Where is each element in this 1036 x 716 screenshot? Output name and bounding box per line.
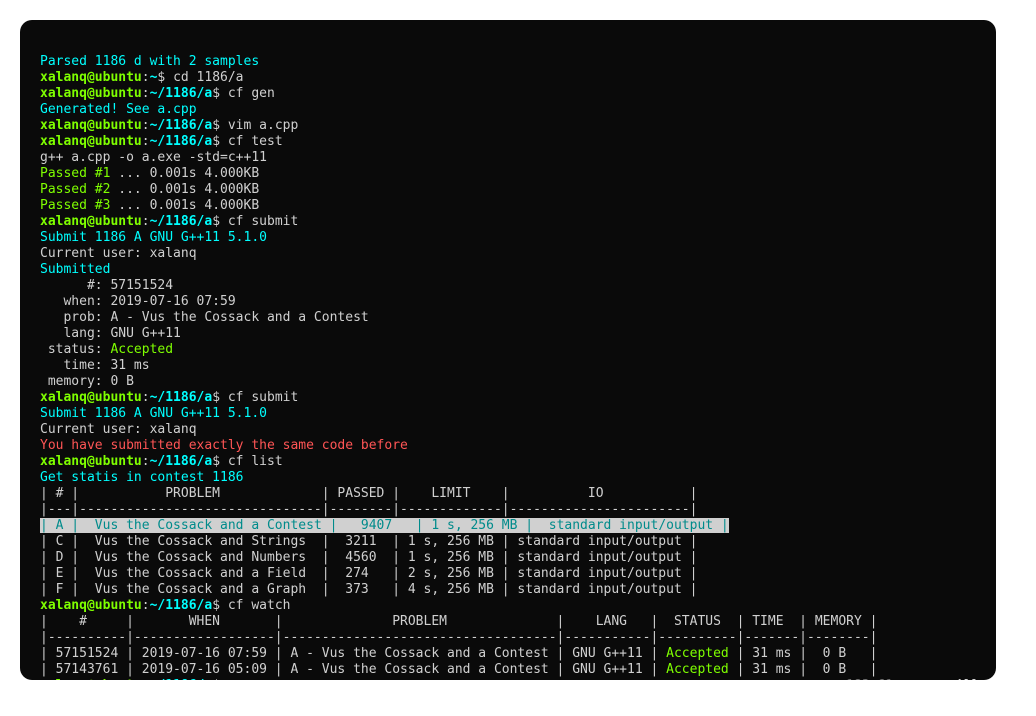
spacer <box>236 678 846 680</box>
status-pos: 183,61 <box>846 678 901 680</box>
prompt-user: xalanq@ubuntu <box>40 118 142 133</box>
terminal-window[interactable]: Parsed 1186 d with 2 samples xalanq@ubun… <box>20 20 996 680</box>
cmd-watch: cf watch <box>228 598 291 613</box>
cmd-vim: vim a.cpp <box>228 118 298 133</box>
prompt-path: ~/1186/a <box>150 214 213 229</box>
cmd-submit-2: cf submit <box>228 390 298 405</box>
prompt-dollar: $ <box>212 134 228 149</box>
prompt-path: ~/1186/a <box>150 390 213 405</box>
prompt-user: xalanq@ubuntu <box>40 70 142 85</box>
table-row-e: | E | Vus the Cossack and a Field | 274 … <box>40 566 697 581</box>
cursor[interactable]: _ <box>228 678 236 680</box>
submit-time: time: 31 ms <box>40 358 150 373</box>
compile-line: g++ a.cpp -o a.exe -std=c++11 <box>40 150 267 165</box>
prompt-user: xalanq@ubuntu <box>40 134 142 149</box>
prompt-path: ~/1186/a <box>150 598 213 613</box>
table-row-f: | F | Vus the Cossack and a Graph | 373 … <box>40 582 697 597</box>
prompt-colon: : <box>142 390 150 405</box>
watch-row-2: | 57143761 | 2019-07-16 05:09 | A - Vus … <box>40 662 877 677</box>
status-all: All <box>901 678 979 680</box>
prompt-colon: : <box>142 70 150 85</box>
passed-3: Passed #3 <box>40 198 110 213</box>
table-row-c: | C | Vus the Cossack and Strings | 3211… <box>40 534 697 549</box>
submit-header: Submit 1186 A GNU G++11 5.1.0 <box>40 230 267 245</box>
current-user-2: Current user: xalanq <box>40 422 197 437</box>
submit-status-value: Accepted <box>110 342 173 357</box>
prompt-dollar: $ <box>212 678 228 680</box>
table-header: | # | PROBLEM | PASSED | LIMIT | IO | <box>40 486 697 501</box>
passed-1: Passed #1 <box>40 166 110 181</box>
passed-3-tail: ... 0.001s 4.000KB <box>110 198 259 213</box>
cmd-submit-1: cf submit <box>228 214 298 229</box>
watch-header: | # | WHEN | PROBLEM | LANG | STATUS | T… <box>40 614 877 629</box>
prompt-user: xalanq@ubuntu <box>40 454 142 469</box>
submit-when: when: 2019-07-16 07:59 <box>40 294 236 309</box>
prompt-path: ~/1186/a <box>150 118 213 133</box>
prompt-user: xalanq@ubuntu <box>40 598 142 613</box>
prompt-dollar: $ <box>212 454 228 469</box>
prompt-dollar: $ <box>212 118 228 133</box>
table-row-d: | D | Vus the Cossack and Numbers | 4560… <box>40 550 697 565</box>
passed-2: Passed #2 <box>40 182 110 197</box>
prompt-path: ~/1186/a <box>150 86 213 101</box>
submit-header-2: Submit 1186 A GNU G++11 5.1.0 <box>40 406 267 421</box>
list-header: Get statis in contest 1186 <box>40 470 244 485</box>
table-sep: |---|-------------------------------|---… <box>40 502 697 517</box>
same-code-warning: You have submitted exactly the same code… <box>40 438 408 453</box>
prompt-user: xalanq@ubuntu <box>40 214 142 229</box>
prompt-user: xalanq@ubuntu <box>40 678 142 680</box>
prompt-path: ~/1186/a <box>150 678 213 680</box>
cmd-test: cf test <box>228 134 283 149</box>
parse-line: Parsed 1186 d with 2 samples <box>40 54 259 69</box>
prompt-colon: : <box>142 86 150 101</box>
prompt-colon: : <box>142 598 150 613</box>
submit-status-label: status: <box>40 342 110 357</box>
watch-row-1: | 57151524 | 2019-07-16 07:59 | A - Vus … <box>40 646 877 661</box>
prompt-dollar: $ <box>157 70 173 85</box>
prompt-dollar: $ <box>212 214 228 229</box>
prompt-colon: : <box>142 678 150 680</box>
prompt-colon: : <box>142 134 150 149</box>
prompt-dollar: $ <box>212 86 228 101</box>
cmd-list: cf list <box>228 454 283 469</box>
watch-sep: |----------|------------------|---------… <box>40 630 877 645</box>
cmd-gen: cf gen <box>228 86 275 101</box>
prompt-dollar: $ <box>212 598 228 613</box>
prompt-colon: : <box>142 118 150 133</box>
submitted-label: Submitted <box>40 262 110 277</box>
submit-id: #: 57151524 <box>40 278 173 293</box>
prompt-colon: : <box>142 454 150 469</box>
cmd-cd: cd 1186/a <box>173 70 243 85</box>
prompt-colon: : <box>142 214 150 229</box>
prompt-path: ~/1186/a <box>150 134 213 149</box>
prompt-user: xalanq@ubuntu <box>40 86 142 101</box>
current-user: Current user: xalanq <box>40 246 197 261</box>
passed-1-tail: ... 0.001s 4.000KB <box>110 166 259 181</box>
accepted-status: Accepted <box>666 646 729 661</box>
submit-prob: prob: A - Vus the Cossack and a Contest <box>40 310 369 325</box>
generated-msg: Generated! See a.cpp <box>40 102 197 117</box>
submit-memory: memory: 0 B <box>40 374 134 389</box>
prompt-user: xalanq@ubuntu <box>40 390 142 405</box>
submit-lang: lang: GNU G++11 <box>40 326 181 341</box>
prompt-dollar: $ <box>212 390 228 405</box>
accepted-status: Accepted <box>666 662 729 677</box>
table-row-a-highlighted: | A | Vus the Cossack and a Contest | 94… <box>40 518 729 533</box>
passed-2-tail: ... 0.001s 4.000KB <box>110 182 259 197</box>
prompt-path: ~/1186/a <box>150 454 213 469</box>
